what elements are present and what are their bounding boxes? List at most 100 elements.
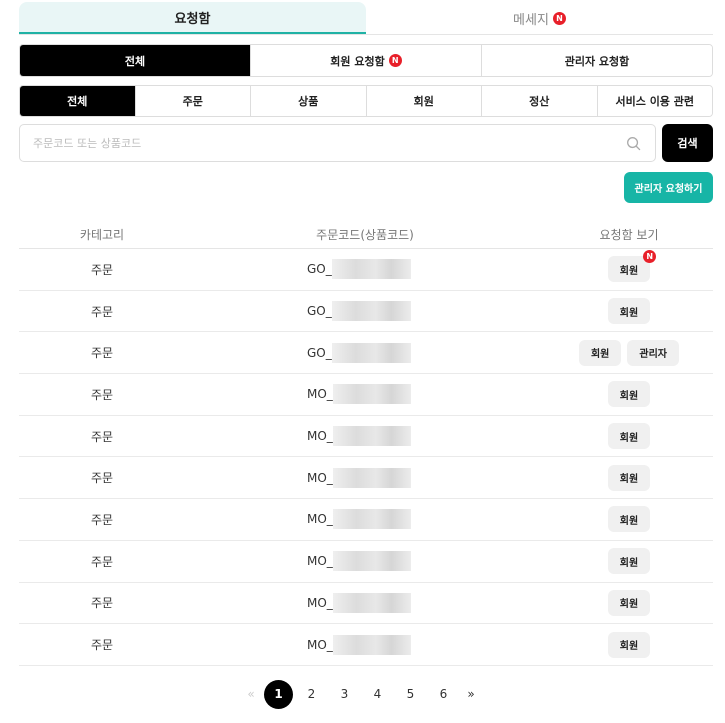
row-code: GO_ — [307, 342, 411, 363]
row-code: MO_ — [307, 509, 411, 530]
button-label: 회원 — [619, 432, 639, 444]
row-category: 주문 — [90, 304, 114, 319]
row-code-prefix: MO_ — [307, 387, 333, 402]
table-row: 주문 GO_ 회원 — [19, 291, 713, 333]
category-filter: 전체 주문 상품 회원 정산 서비스 이용 관련 — [19, 85, 713, 117]
request-type-filter: 전체 회원 요청함 N 관리자 요청함 — [19, 44, 713, 77]
category-settlement[interactable]: 정산 — [481, 86, 597, 116]
row-code-cell: MO_ — [185, 467, 545, 488]
redacted-code — [332, 509, 411, 530]
tab-messages[interactable]: 메세지 N — [366, 2, 713, 34]
table-row: 주문 MO_ 회원 — [19, 624, 713, 666]
row-code: GO_ — [307, 301, 411, 322]
category-label: 상품 — [298, 95, 319, 108]
search-icon[interactable] — [626, 136, 641, 151]
view-member-button[interactable]: 회원 — [607, 589, 651, 616]
filter-admin-requests[interactable]: 관리자 요청함 — [481, 45, 712, 76]
next-page-button[interactable]: » — [460, 687, 482, 701]
row-code-cell: MO_ — [185, 384, 545, 405]
header-category: 카테고리 — [79, 227, 125, 242]
search-input[interactable] — [20, 125, 610, 161]
row-code-prefix: MO_ — [307, 595, 333, 610]
view-member-button[interactable]: 회원 — [607, 423, 651, 450]
tab-inbox[interactable]: 요청함 — [19, 2, 366, 34]
button-label: 회원 — [619, 474, 639, 486]
top-tabs: 요청함 메세지 N — [19, 2, 713, 35]
header-view: 요청함 보기 — [599, 227, 659, 242]
page-4[interactable]: 4 — [361, 687, 394, 701]
view-member-button[interactable]: 회원 — [607, 298, 651, 325]
row-code-cell: GO_ — [185, 301, 545, 322]
view-member-button[interactable]: 회원 — [607, 506, 651, 533]
category-label: 회원 — [413, 95, 434, 108]
row-code-prefix: GO_ — [307, 304, 332, 319]
view-member-button[interactable]: 회원 — [578, 339, 622, 366]
page-3[interactable]: 3 — [328, 687, 361, 701]
view-member-button[interactable]: 회원 — [607, 381, 651, 408]
button-label: 회원 — [619, 641, 639, 653]
row-category: 주문 — [90, 387, 114, 402]
table-row: 주문 MO_ 회원 — [19, 457, 713, 500]
row-code-prefix: MO_ — [307, 637, 333, 652]
page-2[interactable]: 2 — [295, 687, 328, 701]
filter-member-requests[interactable]: 회원 요청함 N — [250, 45, 481, 76]
new-badge: N — [388, 54, 402, 67]
row-code-cell: MO_ — [185, 509, 545, 530]
category-product[interactable]: 상품 — [250, 86, 366, 116]
row-code-prefix: MO_ — [307, 470, 333, 485]
view-member-button[interactable]: 회원 — [607, 548, 651, 575]
redacted-code — [332, 634, 411, 655]
row-code-prefix: GO_ — [307, 345, 332, 360]
category-label: 정산 — [529, 95, 550, 108]
button-label: 회원 — [619, 515, 639, 527]
row-code: MO_ — [307, 551, 411, 572]
row-actions: 회원 — [545, 631, 713, 658]
table-row: 주문 MO_ 회원 — [19, 416, 713, 458]
view-member-button[interactable]: 회원 — [607, 464, 651, 491]
tab-messages-label: 메세지 — [513, 12, 549, 28]
redacted-code — [332, 467, 411, 488]
table-header: 카테고리 주문코드(상품코드) 요청함 보기 — [19, 220, 713, 249]
category-label: 주문 — [182, 95, 203, 108]
new-badge: N — [643, 250, 657, 264]
view-member-button[interactable]: 회원 — [607, 631, 651, 658]
button-label: 회원 — [590, 349, 610, 361]
table-row: 주문 MO_ 회원 — [19, 499, 713, 541]
row-actions: 회원 — [545, 423, 713, 450]
category-member[interactable]: 회원 — [365, 86, 481, 116]
row-category: 주문 — [90, 471, 114, 486]
button-label: 회원 — [619, 390, 639, 402]
button-label: 회원 — [619, 599, 639, 611]
view-member-button[interactable]: 회원 N — [607, 250, 657, 283]
button-label: 회원 — [619, 307, 639, 319]
category-service[interactable]: 서비스 이용 관련 — [596, 86, 712, 116]
row-actions: 회원 — [545, 506, 713, 533]
pagination: « 1 2 3 4 5 6 » — [240, 679, 482, 709]
redacted-code — [332, 551, 411, 572]
redacted-code — [331, 259, 411, 280]
row-actions: 회원 관리자 — [545, 339, 713, 366]
button-label: 회원 — [619, 265, 639, 277]
filter-all[interactable]: 전체 — [20, 45, 250, 76]
admin-request-button[interactable]: 관리자 요청하기 — [624, 172, 713, 203]
row-code-cell: GO_ — [185, 342, 545, 363]
category-all[interactable]: 전체 — [20, 86, 135, 116]
view-admin-button[interactable]: 관리자 — [627, 339, 679, 366]
row-code: MO_ — [307, 592, 411, 613]
category-order[interactable]: 주문 — [134, 86, 250, 116]
row-code-cell: MO_ — [185, 634, 545, 655]
row-actions: 회원 — [545, 298, 713, 325]
filter-all-label: 전체 — [124, 54, 146, 68]
page-1[interactable]: 1 — [264, 679, 293, 709]
new-badge: N — [552, 11, 566, 25]
table-row: 주문 GO_ 회원 N — [19, 249, 713, 291]
prev-page-button[interactable]: « — [240, 687, 262, 701]
search-button[interactable]: 검색 — [662, 124, 713, 162]
row-code: MO_ — [307, 426, 411, 447]
row-category: 주문 — [90, 596, 114, 611]
search-box — [19, 124, 656, 162]
page-6[interactable]: 6 — [427, 687, 460, 701]
row-code-cell: GO_ — [185, 259, 545, 280]
row-category: 주문 — [90, 262, 114, 277]
page-5[interactable]: 5 — [394, 687, 427, 701]
